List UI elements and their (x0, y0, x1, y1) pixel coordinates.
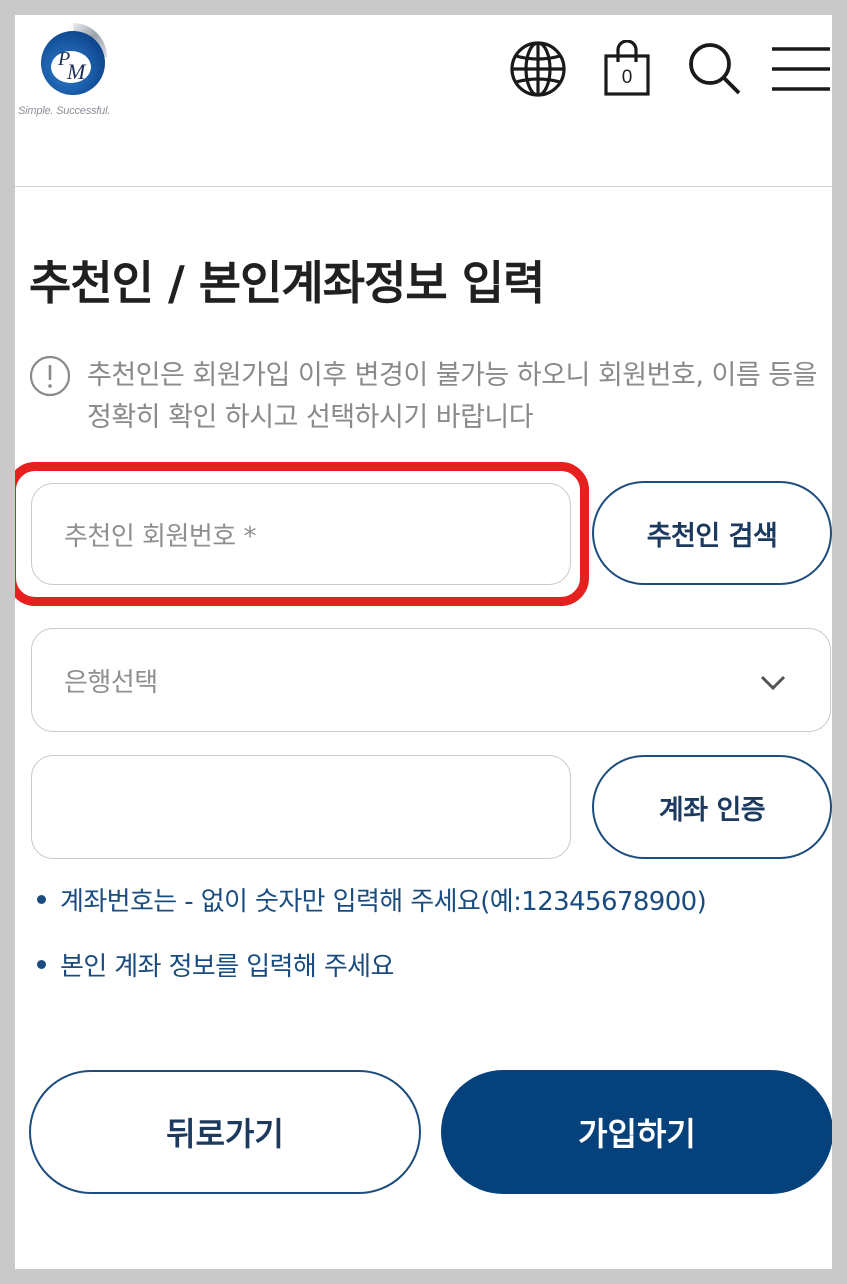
hint-account-format: 계좌번호는 - 없이 숫자만 입력해 주세요(예:12345678900) (37, 881, 707, 918)
bullet-icon (37, 895, 46, 904)
bank-select-placeholder: 은행선택 (64, 667, 158, 698)
hint-own-account-text: 본인 계좌 정보를 입력해 주세요 (60, 952, 394, 982)
referrer-search-button[interactable]: 추천인 검색 (592, 481, 832, 585)
page-title: 추천인 / 본인계좌정보 입력 (29, 256, 545, 310)
language-button[interactable] (506, 37, 570, 101)
logo[interactable]: P M (35, 19, 111, 99)
back-button[interactable]: 뒤로가기 (29, 1070, 421, 1194)
cart-button[interactable]: 0 (595, 37, 659, 101)
tagline: Simple. Successful. (18, 105, 111, 117)
menu-button[interactable] (768, 37, 832, 101)
account-verify-button[interactable]: 계좌 인증 (592, 755, 832, 859)
pm-logo-icon: P M (41, 23, 107, 95)
exclamation-circle-icon (29, 355, 71, 397)
header: P M Simple. Successful. 0 (15, 15, 832, 187)
chevron-down-icon (760, 675, 786, 691)
referrer-number-input[interactable]: 추천인 회원번호 * (31, 483, 571, 585)
svg-text:M: M (66, 59, 87, 84)
globe-icon (510, 41, 566, 97)
hamburger-menu-icon (772, 47, 830, 91)
notice-text: 추천인은 회원가입 이후 변경이 불가능 하오니 회원번호, 이름 등을 정확히… (87, 360, 817, 433)
search-button[interactable] (683, 37, 747, 101)
bank-select[interactable]: 은행선택 (31, 628, 831, 732)
cart-count: 0 (621, 67, 633, 88)
hint-account-format-text: 계좌번호는 - 없이 숫자만 입력해 주세요(예:12345678900) (60, 887, 707, 917)
bullet-icon (37, 960, 46, 969)
account-number-input[interactable] (31, 755, 571, 859)
join-button[interactable]: 가입하기 (441, 1070, 832, 1194)
app-frame: P M Simple. Successful. 0 추천인 / 본인계좌정보 입… (15, 15, 832, 1269)
hint-own-account: 본인 계좌 정보를 입력해 주세요 (37, 946, 394, 983)
referrer-number-placeholder: 추천인 회원번호 * (64, 521, 256, 552)
search-icon (689, 43, 741, 95)
